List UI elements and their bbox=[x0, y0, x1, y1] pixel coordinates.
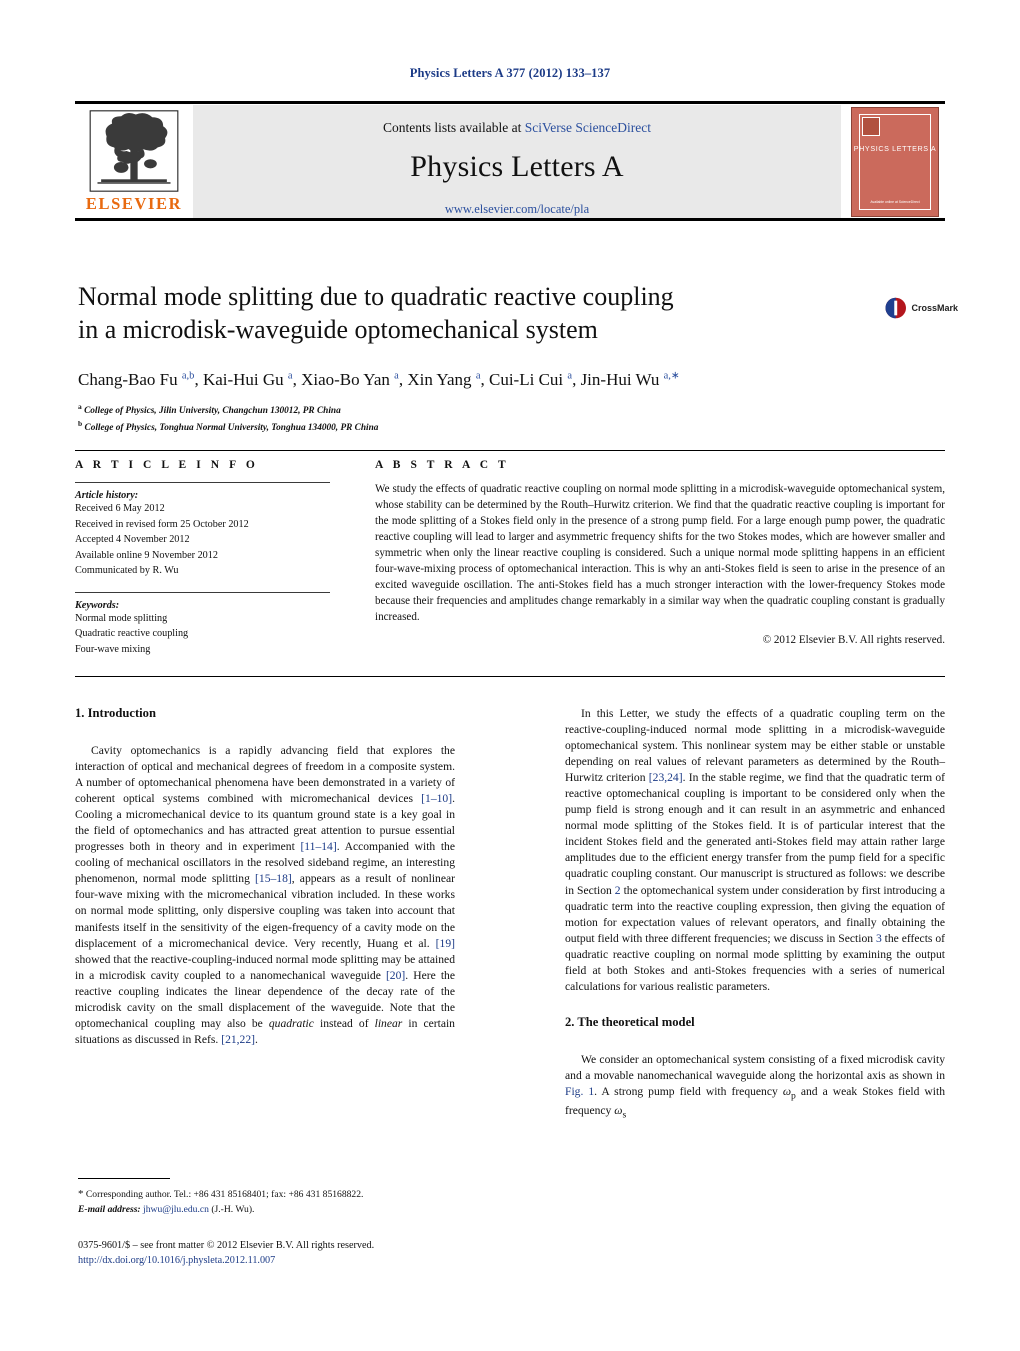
header-rule-bottom bbox=[75, 218, 945, 221]
issn-line: 0375-9601/$ – see front matter © 2012 El… bbox=[78, 1240, 375, 1251]
journal-title: Physics Letters A bbox=[410, 150, 624, 183]
author-list: Chang-Bao Fu a,b, Kai-Hui Gu a, Xiao-Bo … bbox=[78, 369, 680, 389]
email-suffix: (J.-H. Wu). bbox=[211, 1203, 255, 1215]
journal-url-link[interactable]: www.elsevier.com/locate/pla bbox=[445, 202, 589, 217]
affiliation-a-text: College of Physics, Jilin University, Ch… bbox=[84, 405, 341, 416]
history-item: Received in revised form 25 October 2012 bbox=[75, 518, 249, 530]
paragraph-model: We consider an optomechanical system con… bbox=[565, 1052, 945, 1120]
crossmark-badge[interactable]: CrossMark bbox=[884, 288, 958, 328]
article-title: Normal mode splitting due to quadratic r… bbox=[78, 281, 778, 347]
affiliation-b: b College of Physics, Tonghua Normal Uni… bbox=[78, 419, 379, 434]
running-head: Physics Letters A 377 (2012) 133–137 bbox=[409, 66, 611, 80]
body-column-right: In this Letter, we study the effects of … bbox=[565, 706, 945, 1121]
footnote-rule bbox=[78, 1178, 170, 1179]
contents-line: Contents lists available at SciVerse Sci… bbox=[383, 120, 651, 136]
affiliation-list: a College of Physics, Jilin University, … bbox=[78, 401, 778, 436]
cover-badge bbox=[862, 116, 880, 136]
keywords-label: Keywords: bbox=[75, 599, 120, 611]
corresponding-author-text: Corresponding author. Tel.: +86 431 8516… bbox=[85, 1189, 364, 1200]
article-info-heading: A R T I C L E I N F O bbox=[75, 459, 259, 471]
abstract-copyright: © 2012 Elsevier B.V. All rights reserved… bbox=[762, 633, 945, 646]
affiliation-a: a College of Physics, Jilin University, … bbox=[78, 401, 341, 416]
affiliation-b-text: College of Physics, Tonghua Normal Unive… bbox=[84, 423, 379, 434]
elsevier-logo: ELSEVIER bbox=[75, 105, 193, 218]
info-divider-1 bbox=[75, 482, 330, 483]
cover-title: PHYSICS LETTERS A bbox=[853, 143, 937, 153]
abstract-text: We study the effects of quadratic reacti… bbox=[375, 483, 945, 623]
body-columns: 1. Introduction Cavity optomechanics is … bbox=[75, 706, 945, 1121]
title-block: Normal mode splitting due to quadratic r… bbox=[78, 281, 778, 436]
doi-link[interactable]: http://dx.doi.org/10.1016/j.physleta.201… bbox=[78, 1253, 498, 1268]
history-item: Accepted 4 November 2012 bbox=[75, 534, 190, 545]
paragraph-intro: Cavity optomechanics is a rapidly advanc… bbox=[75, 744, 455, 1046]
contents-prefix: Contents lists available at bbox=[382, 120, 525, 135]
journal-header-band: ELSEVIER Contents lists available at Sci… bbox=[75, 101, 945, 221]
footnote-block: * Corresponding author. Tel.: +86 431 85… bbox=[78, 1178, 458, 1217]
journal-banner: Contents lists available at SciVerse Sci… bbox=[193, 105, 841, 218]
paragraph-letter-summary: In this Letter, we study the effects of … bbox=[565, 707, 946, 993]
keyword-item: Normal mode splitting bbox=[75, 612, 168, 624]
body-column-left: 1. Introduction Cavity optomechanics is … bbox=[75, 706, 455, 1121]
cover-footer: Available online at ScienceDirect bbox=[870, 200, 920, 205]
sciencedirect-link[interactable]: SciVerse ScienceDirect bbox=[525, 120, 651, 135]
history-label: Article history: bbox=[75, 490, 139, 501]
keyword-item: Four-wave mixing bbox=[75, 643, 151, 655]
email-label: E-mail address: bbox=[78, 1203, 141, 1215]
section-2-heading: 2. The theoretical model bbox=[565, 1014, 695, 1029]
article-title-line1: Normal mode splitting due to quadratic r… bbox=[78, 282, 674, 311]
email-link[interactable]: jhwu@jlu.edu.cn bbox=[143, 1204, 209, 1215]
article-title-line2: in a microdisk-waveguide optomechanical … bbox=[78, 314, 598, 344]
info-rule-top bbox=[75, 450, 945, 452]
corresponding-author-note: * Corresponding author. Tel.: +86 431 85… bbox=[78, 1186, 458, 1217]
paper-page: Physics Letters A 377 (2012) 133–137 ELS… bbox=[0, 0, 1020, 1351]
history-item: Communicated by R. Wu bbox=[75, 565, 179, 576]
article-info-column: A R T I C L E I N F O Article history: R… bbox=[75, 459, 375, 657]
crossmark-icon bbox=[885, 297, 907, 319]
header-rule-top bbox=[75, 101, 945, 104]
keywords-block: Keywords: Normal mode splitting Quadrati… bbox=[75, 591, 347, 658]
issn-block: 0375-9601/$ – see front matter © 2012 El… bbox=[78, 1238, 498, 1269]
journal-cover-thumbnail: PHYSICS LETTERS A Available online at Sc… bbox=[845, 105, 945, 218]
elsevier-tree-icon bbox=[89, 110, 179, 192]
info-divider-2 bbox=[75, 591, 330, 593]
footnote-marker: * bbox=[78, 1188, 84, 1200]
abstract-heading: A B S T R A C T bbox=[375, 459, 510, 471]
info-rule-bottom bbox=[75, 676, 945, 678]
keyword-item: Quadratic reactive coupling bbox=[75, 628, 189, 639]
crossmark-label: CrossMark bbox=[911, 303, 958, 313]
elsevier-wordmark: ELSEVIER bbox=[85, 194, 183, 213]
history-item: Available online 9 November 2012 bbox=[75, 549, 218, 561]
history-item: Received 6 May 2012 bbox=[75, 503, 165, 514]
section-1-heading: 1. Introduction bbox=[75, 706, 156, 720]
cover-image: PHYSICS LETTERS A Available online at Sc… bbox=[851, 106, 939, 217]
abstract-column: A B S T R A C T We study the effects of … bbox=[375, 459, 945, 657]
